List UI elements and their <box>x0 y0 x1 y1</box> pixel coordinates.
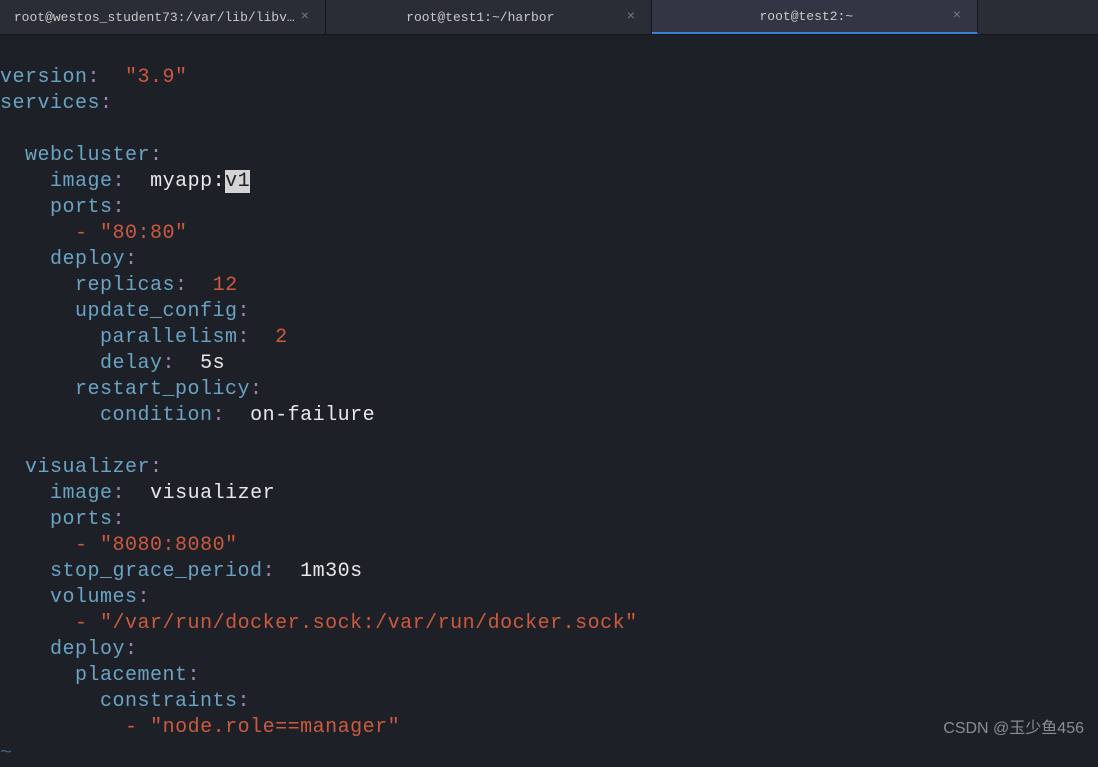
close-icon[interactable]: × <box>297 9 313 25</box>
vim-tilde: ~ <box>0 742 13 765</box>
watermark: CSDN @玉少鱼456 <box>943 714 1084 738</box>
yaml-key: delay <box>100 352 163 375</box>
yaml-value: 2 <box>275 326 288 349</box>
yaml-key: ports <box>50 196 113 219</box>
editor-content[interactable]: version: "3.9" services: webcluster: ima… <box>0 35 1098 767</box>
tab-bar: root@westos_student73:/var/lib/libv… × r… <box>0 0 1098 35</box>
yaml-key: placement <box>75 664 188 687</box>
close-icon[interactable]: × <box>623 9 639 25</box>
yaml-value: myapp: <box>150 170 225 193</box>
tab-title: root@test1:~/harbor <box>338 10 623 25</box>
yaml-key: volumes <box>50 586 138 609</box>
yaml-key: condition <box>100 404 213 427</box>
yaml-value: 1m30s <box>300 560 363 583</box>
tab-2[interactable]: root@test1:~/harbor × <box>326 0 652 34</box>
yaml-key: webcluster <box>25 144 150 167</box>
yaml-key: stop_grace_period <box>50 560 263 583</box>
yaml-value: "8080:8080" <box>100 534 238 557</box>
yaml-value: 12 <box>213 274 238 297</box>
yaml-value: visualizer <box>150 482 275 505</box>
yaml-key: visualizer <box>25 456 150 479</box>
yaml-key: restart_policy <box>75 378 250 401</box>
yaml-key: parallelism <box>100 326 238 349</box>
tab-title: root@westos_student73:/var/lib/libv… <box>12 10 297 25</box>
yaml-key: constraints <box>100 690 238 713</box>
tab-3[interactable]: root@test2:~ × <box>652 0 978 34</box>
yaml-value: on-failure <box>250 404 375 427</box>
yaml-key: ports <box>50 508 113 531</box>
yaml-value: "/var/run/docker.sock:/var/run/docker.so… <box>100 612 638 635</box>
tab-1[interactable]: root@westos_student73:/var/lib/libv… × <box>0 0 326 34</box>
yaml-value: "3.9" <box>125 66 188 89</box>
close-icon[interactable]: × <box>949 8 965 24</box>
yaml-key: image <box>50 170 113 193</box>
yaml-key: image <box>50 482 113 505</box>
yaml-key: update_config <box>75 300 238 323</box>
tab-title: root@test2:~ <box>664 9 949 24</box>
cursor: v1 <box>225 170 250 193</box>
yaml-key: replicas <box>75 274 175 297</box>
yaml-key: version <box>0 66 88 89</box>
yaml-value: 5s <box>200 352 225 375</box>
yaml-value: "80:80" <box>100 222 188 245</box>
yaml-key: services <box>0 92 100 115</box>
yaml-value: "node.role==manager" <box>150 716 400 739</box>
yaml-key: deploy <box>50 248 125 271</box>
yaml-key: deploy <box>50 638 125 661</box>
